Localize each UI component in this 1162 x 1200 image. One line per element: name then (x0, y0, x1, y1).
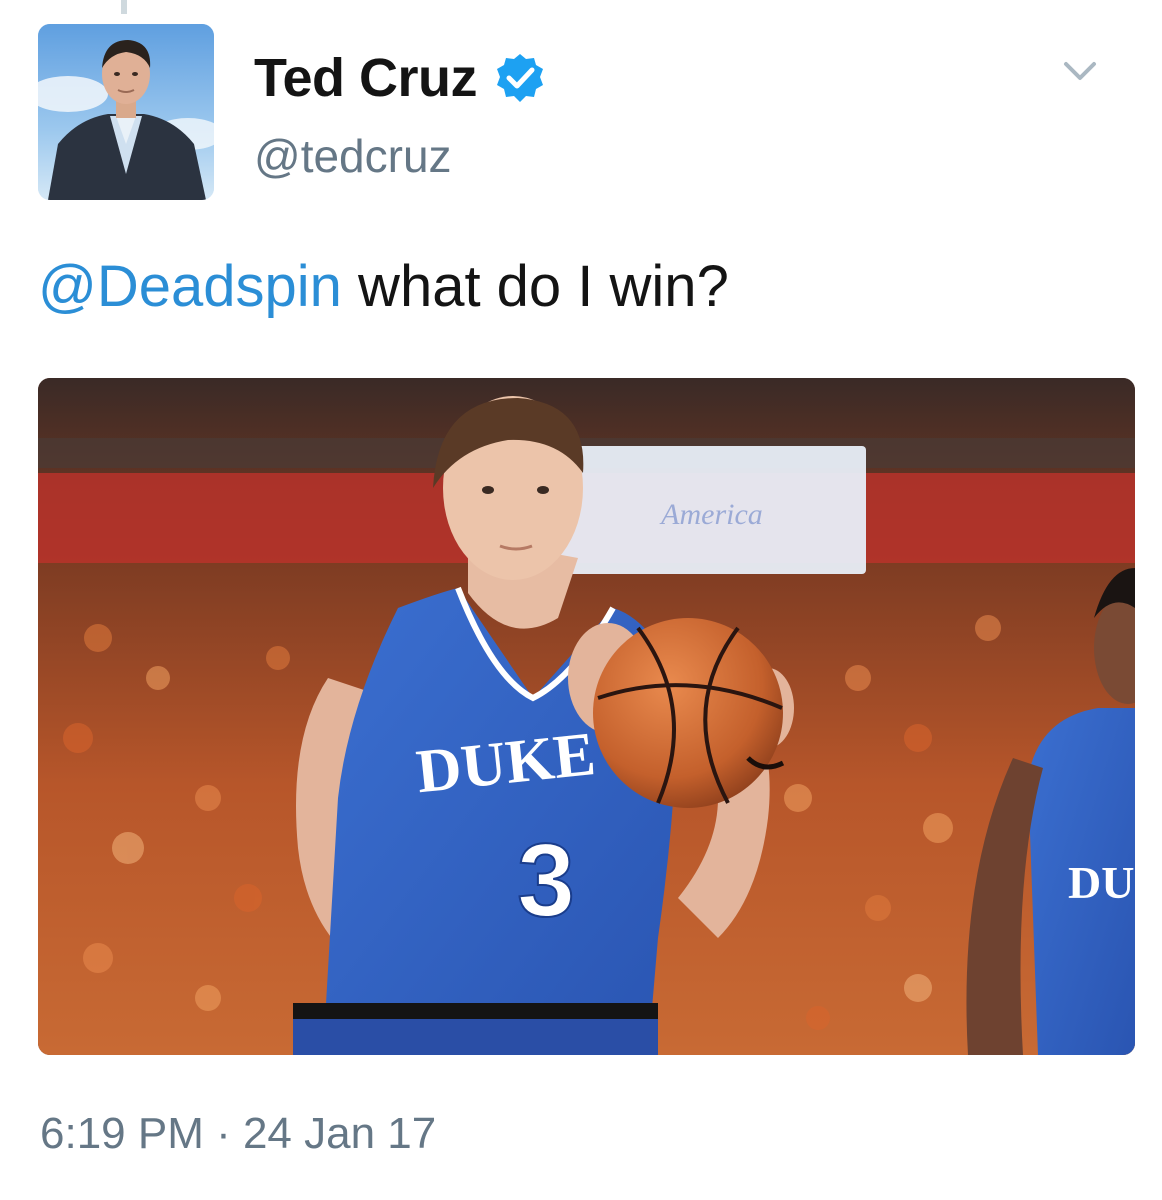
tweet-detail: Ted Cruz @tedcruz @Deadspin what do I wi… (0, 0, 1162, 1200)
verified-badge-icon (497, 54, 543, 102)
author-avatar[interactable] (38, 24, 214, 200)
thread-connector-line (121, 0, 127, 14)
tweet-media-photo[interactable]: America DU DUKE 3 (38, 378, 1135, 1055)
chevron-down-icon[interactable] (1060, 56, 1100, 86)
tweet-timestamp[interactable]: 6:19 PM · 24 Jan 17 (40, 1108, 436, 1160)
arena-banner-text: America (659, 498, 763, 531)
jersey-number-text: 3 (517, 823, 575, 939)
mention-link[interactable]: @Deadspin (38, 254, 342, 319)
avatar-image (38, 24, 214, 200)
second-jersey-text: DU (1068, 857, 1134, 908)
tweet-text: @Deadspin what do I win? (38, 252, 729, 322)
basketball-photo: America DU DUKE 3 (38, 378, 1135, 1055)
author-display-name[interactable]: Ted Cruz (254, 48, 478, 108)
tweet-body-text: what do I win? (341, 254, 729, 319)
basketball (593, 618, 783, 808)
author-handle[interactable]: @tedcruz (254, 130, 452, 182)
